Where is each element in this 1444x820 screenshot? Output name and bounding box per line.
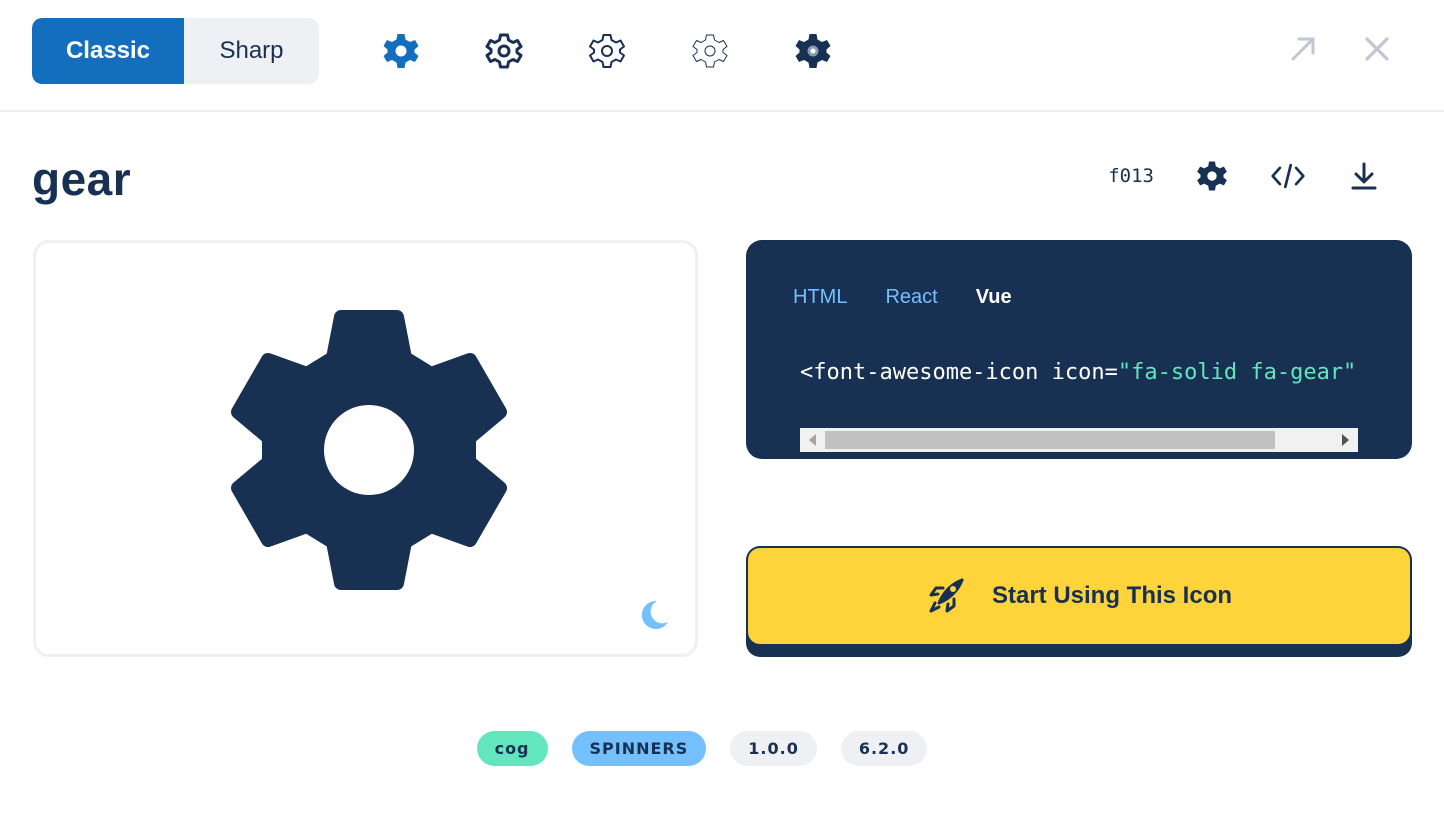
tag-version-added[interactable]: 1.0.0 [730, 731, 817, 766]
code-tabs: HTML React Vue [793, 286, 1012, 309]
gear-regular-icon [485, 33, 523, 69]
icon-preview-card [33, 240, 698, 657]
gear-thin-icon [692, 34, 728, 68]
scroll-left-arrow[interactable] [809, 434, 816, 446]
expand-button[interactable] [1288, 34, 1318, 64]
top-bar: Classic Sharp [0, 0, 1444, 112]
copy-glyph-button[interactable] [1194, 158, 1230, 194]
gear-light-icon [589, 34, 625, 68]
style-regular-button[interactable] [481, 28, 527, 74]
tab-react[interactable]: React [885, 286, 937, 309]
family-option-classic[interactable]: Classic [32, 18, 184, 84]
moon-icon[interactable] [637, 598, 671, 632]
style-selector [378, 28, 836, 74]
unicode-value[interactable]: f013 [1108, 165, 1154, 187]
start-using-cta: Start Using This Icon [746, 546, 1412, 657]
code-icon [1271, 163, 1305, 189]
copy-svg-button[interactable] [1270, 158, 1306, 194]
tag-category-spinners[interactable]: SPINNERS [571, 731, 707, 766]
code-snippet[interactable]: <font-awesome-icon icon="fa-solid fa-gea… [800, 360, 1356, 385]
icon-tags: cog SPINNERS 1.0.0 6.2.0 [0, 731, 1444, 766]
gear-icon [1197, 161, 1227, 191]
style-thin-button[interactable] [687, 28, 733, 74]
code-snippet-panel: HTML React Vue <font-awesome-icon icon="… [746, 240, 1412, 459]
code-snippet-value: "fa-solid fa-gear" [1117, 360, 1357, 385]
top-actions [1288, 34, 1392, 64]
family-toggle: Classic Sharp [32, 18, 319, 84]
start-using-button[interactable]: Start Using This Icon [748, 548, 1410, 644]
rocket-icon [929, 578, 964, 613]
code-snippet-prefix: <font-awesome-icon icon= [800, 360, 1118, 385]
close-icon [1365, 37, 1389, 61]
download-button[interactable] [1346, 158, 1382, 194]
download-icon [1351, 162, 1377, 190]
icon-name-title: gear [32, 153, 132, 205]
style-light-button[interactable] [584, 28, 630, 74]
code-horizontal-scrollbar[interactable] [800, 428, 1358, 452]
icon-actions: f013 [1108, 158, 1382, 194]
close-button[interactable] [1362, 34, 1392, 64]
scrollbar-thumb[interactable] [825, 431, 1275, 449]
tag-cog[interactable]: cog [476, 731, 548, 766]
gear-duotone-icon [795, 34, 831, 68]
gear-preview-icon [231, 310, 507, 590]
scroll-right-arrow[interactable] [1342, 434, 1349, 446]
tab-html[interactable]: HTML [793, 286, 847, 309]
start-using-label: Start Using This Icon [991, 582, 1233, 609]
style-solid-button[interactable] [378, 28, 424, 74]
expand-icon [1291, 37, 1315, 61]
tab-vue[interactable]: Vue [976, 286, 1012, 309]
tag-version-updated[interactable]: 6.2.0 [840, 731, 928, 766]
family-option-sharp[interactable]: Sharp [184, 18, 319, 84]
style-duotone-button[interactable] [790, 28, 836, 74]
gear-solid-icon [383, 34, 419, 68]
